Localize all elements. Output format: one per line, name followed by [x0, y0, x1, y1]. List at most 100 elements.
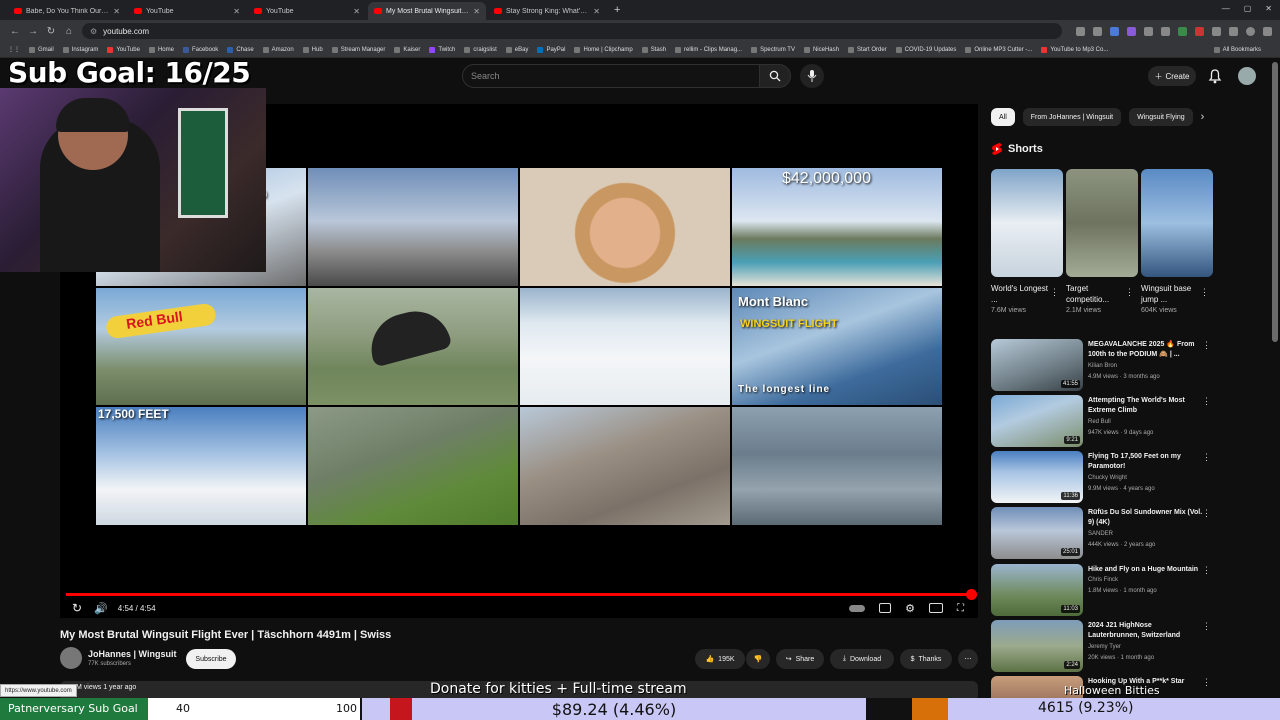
page-scrollbar[interactable]	[1272, 62, 1278, 342]
zoom-icon[interactable]	[1093, 26, 1102, 36]
apps-icon[interactable]: ⋮⋮	[8, 46, 20, 53]
recommended-video[interactable]: 11:03 Hike and Fly on a Huge Mountain Ch…	[991, 564, 1213, 616]
short-thumbnail[interactable]	[1141, 169, 1213, 277]
bookmark[interactable]: Chase	[227, 46, 254, 53]
video-thumbnail[interactable]: 2:24	[991, 620, 1083, 672]
minimize-icon[interactable]: —	[1222, 4, 1230, 13]
more-dots-icon[interactable]: ⋮	[1202, 677, 1211, 688]
address-bar[interactable]: ⚙ youtube.com	[82, 23, 1062, 39]
bookmark[interactable]: Home	[148, 46, 174, 53]
short-title[interactable]: World's Longest ...	[991, 283, 1051, 305]
sidepanel-icon[interactable]	[1229, 26, 1238, 36]
channel-avatar[interactable]	[60, 647, 82, 669]
dislike-button[interactable]: 👎	[746, 649, 770, 669]
like-button[interactable]: 👍 195K	[695, 649, 745, 669]
bookmark[interactable]: NiceHash	[803, 46, 839, 53]
bookmark[interactable]: Stash	[641, 46, 666, 53]
channel-name[interactable]: Kilian Bron	[1088, 363, 1117, 369]
bookmark[interactable]: eBay	[505, 46, 528, 53]
thanks-button[interactable]: $ Thanks	[900, 649, 952, 669]
browser-tab[interactable]: YouTube ✕	[128, 2, 246, 20]
subscribe-button[interactable]: Subscribe	[186, 649, 236, 669]
settings-gear-icon[interactable]: ⚙	[905, 602, 915, 615]
bookmark[interactable]: Amazon	[262, 46, 294, 53]
recommended-video[interactable]: 2:24 2024 J21 HighNose Lauterbrunnen, Sw…	[991, 620, 1213, 672]
more-dots-icon[interactable]: ⋮	[1202, 508, 1211, 519]
forward-icon[interactable]: →	[24, 26, 42, 37]
video-thumbnail[interactable]: 11:03	[991, 564, 1083, 616]
bookmark[interactable]: Kaiser	[394, 46, 420, 53]
video-title[interactable]: 2024 J21 HighNose Lauterbrunnen, Switzer…	[1088, 621, 1204, 641]
star-icon[interactable]	[1110, 26, 1119, 36]
bookmark[interactable]: Stream Manager	[331, 46, 385, 53]
new-tab-button[interactable]: +	[614, 4, 620, 16]
bookmark[interactable]: Instagram	[62, 46, 98, 53]
close-tab-icon[interactable]: ✕	[473, 7, 480, 16]
video-thumbnail[interactable]: 25:01	[991, 507, 1083, 559]
short-card[interactable]: Target competitio... 2.1M views ⋮	[1066, 169, 1138, 314]
video-thumbnail[interactable]: 11:36	[991, 451, 1083, 503]
theater-mode-icon[interactable]	[929, 603, 943, 613]
volume-icon[interactable]: 🔊	[94, 602, 108, 615]
more-actions-button[interactable]: ⋯	[958, 649, 978, 669]
profile-icon[interactable]	[1246, 26, 1255, 36]
chip-channel[interactable]: From JoHannes | Wingsuit	[1022, 108, 1122, 126]
autoplay-toggle[interactable]	[849, 604, 866, 612]
more-dots-icon[interactable]: ⋮	[1125, 287, 1134, 298]
browser-tab[interactable]: Stay Strong King: What's Your✕	[488, 2, 606, 20]
extension-icon[interactable]	[1076, 26, 1085, 36]
channel-name[interactable]: JoHannes | Wingsuit	[88, 649, 176, 659]
bookmark[interactable]: Start Order	[847, 46, 887, 53]
extension-icon[interactable]	[1161, 26, 1170, 36]
menu-icon[interactable]	[1263, 26, 1272, 36]
recommended-video[interactable]: 25:01 Rüfüs Du Sol Sundowner Mix (Vol. 9…	[991, 507, 1213, 559]
back-icon[interactable]: ←	[6, 26, 24, 37]
bookmark[interactable]: Hub	[302, 46, 323, 53]
video-thumbnail[interactable]: 9:21	[991, 395, 1083, 447]
short-card[interactable]: Wingsuit base jump ... 604K views ⋮	[1141, 169, 1213, 314]
site-info-icon[interactable]: ⚙	[90, 27, 97, 36]
bookmark[interactable]: craigslist	[464, 46, 497, 53]
video-title[interactable]: Rüfüs Du Sol Sundowner Mix (Vol. 9) (4K)	[1088, 508, 1204, 528]
bookmark[interactable]: YouTube	[107, 46, 140, 53]
recommended-video[interactable]: 9:21 Attempting The World's Most Extreme…	[991, 395, 1213, 447]
chevron-right-icon[interactable]: ›	[1201, 111, 1205, 123]
voice-search-button[interactable]	[800, 64, 824, 88]
more-dots-icon[interactable]: ⋮	[1202, 452, 1211, 463]
video-title[interactable]: Hike and Fly on a Huge Mountain	[1088, 565, 1204, 575]
more-dots-icon[interactable]: ⋮	[1200, 287, 1209, 298]
bookmark[interactable]: Online MP3 Cutter -...	[965, 46, 1032, 53]
bookmark[interactable]: Home | Clipchamp	[574, 46, 633, 53]
extension-icon[interactable]	[1178, 26, 1187, 36]
browser-tab[interactable]: Babe, Do You Think Our Waitre✕	[8, 2, 126, 20]
bookmark[interactable]: rellim - Clips Manag...	[675, 46, 742, 53]
recommended-video[interactable]: 41:55 MEGAVALANCHE 2025 🔥 From 100th to …	[991, 339, 1213, 391]
download-button[interactable]: ⤓ Download	[830, 649, 894, 669]
browser-tab-active[interactable]: My Most Brutal Wingsuit Flight✕	[368, 2, 486, 20]
captions-icon[interactable]	[879, 603, 892, 613]
video-title[interactable]: Attempting The World's Most Extreme Clim…	[1088, 396, 1204, 416]
more-dots-icon[interactable]: ⋮	[1202, 340, 1211, 351]
bookmark[interactable]: Facebook	[182, 46, 218, 53]
fullscreen-icon[interactable]: ⛶	[957, 603, 964, 614]
extension-icon[interactable]	[1127, 26, 1136, 36]
progress-scrubber[interactable]	[966, 589, 977, 600]
create-button[interactable]: ＋ Create	[1148, 66, 1196, 86]
more-dots-icon[interactable]: ⋮	[1202, 396, 1211, 407]
close-tab-icon[interactable]: ✕	[113, 7, 120, 16]
bookmark[interactable]: COVID-19 Updates	[895, 46, 956, 53]
bookmark[interactable]: Spectrum TV	[751, 46, 795, 53]
chip-all[interactable]: All	[991, 108, 1015, 126]
bookmark[interactable]: PayPal	[537, 46, 565, 53]
channel-name[interactable]: SANDER	[1088, 531, 1113, 537]
replay-icon[interactable]: ↻	[72, 601, 82, 615]
search-input[interactable]: Search	[462, 64, 760, 88]
close-window-icon[interactable]: ✕	[1265, 4, 1272, 13]
short-card[interactable]: World's Longest ... 7.6M views ⋮	[991, 169, 1063, 314]
extension-icon[interactable]	[1195, 26, 1204, 36]
short-title[interactable]: Target competitio...	[1066, 283, 1126, 305]
chip-wingsuit[interactable]: Wingsuit Flying	[1129, 108, 1193, 126]
close-tab-icon[interactable]: ✕	[353, 7, 360, 16]
more-dots-icon[interactable]: ⋮	[1050, 287, 1059, 298]
recommended-video[interactable]: 11:36 Flying To 17,500 Feet on my Paramo…	[991, 451, 1213, 503]
